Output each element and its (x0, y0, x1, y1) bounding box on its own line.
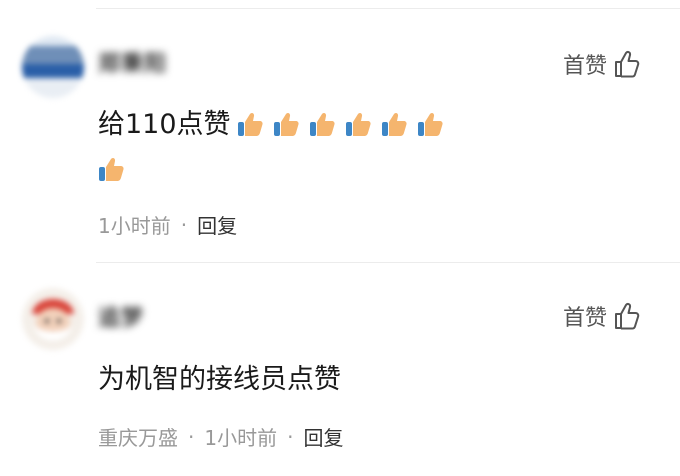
comment-time: 1小时前 (204, 426, 278, 450)
comment-divider (96, 262, 680, 263)
comment-text: 为机智的接线员点赞 (98, 364, 341, 395)
top-divider (96, 8, 680, 9)
comment-meta: 重庆万盛 · 1小时前 · 回复 (98, 422, 343, 451)
username[interactable]: 郑秉阳 (98, 52, 167, 78)
comment-body: 给110点赞 (98, 109, 231, 140)
thumbs-up-emoji (237, 112, 263, 136)
thumbs-up-emoji (273, 112, 299, 136)
thumbs-up-emoji (417, 112, 443, 136)
username[interactable]: 追梦 (98, 306, 144, 332)
like-label: 首赞 (563, 54, 608, 79)
avatar[interactable] (22, 288, 84, 350)
comment-text: 给110点赞 (98, 105, 445, 145)
like-button[interactable]: 首赞 (563, 48, 641, 80)
reply-button[interactable]: 回复 (197, 210, 237, 239)
comment-time: 1小时前 (98, 214, 171, 238)
separator-dot: · (180, 212, 188, 237)
emoji-row-2 (98, 150, 126, 190)
reply-button[interactable]: 回复 (303, 422, 343, 451)
emoji-row (231, 109, 445, 140)
thumbs-up-emoji (381, 112, 407, 136)
thumbs-up-emoji (309, 112, 335, 136)
like-button[interactable]: 首赞 (563, 300, 641, 332)
separator-dot: · (188, 424, 195, 449)
comment-meta: 1小时前 · 回复 (98, 210, 237, 239)
thumbs-up-emoji (99, 157, 124, 181)
thumbs-up-emoji (345, 112, 371, 136)
comment-location: 重庆万盛 (98, 426, 178, 450)
avatar[interactable] (22, 36, 84, 98)
thumbs-up-icon (615, 302, 640, 330)
separator-dot: · (287, 424, 294, 449)
thumbs-up-icon (615, 50, 640, 78)
like-label: 首赞 (563, 306, 608, 331)
